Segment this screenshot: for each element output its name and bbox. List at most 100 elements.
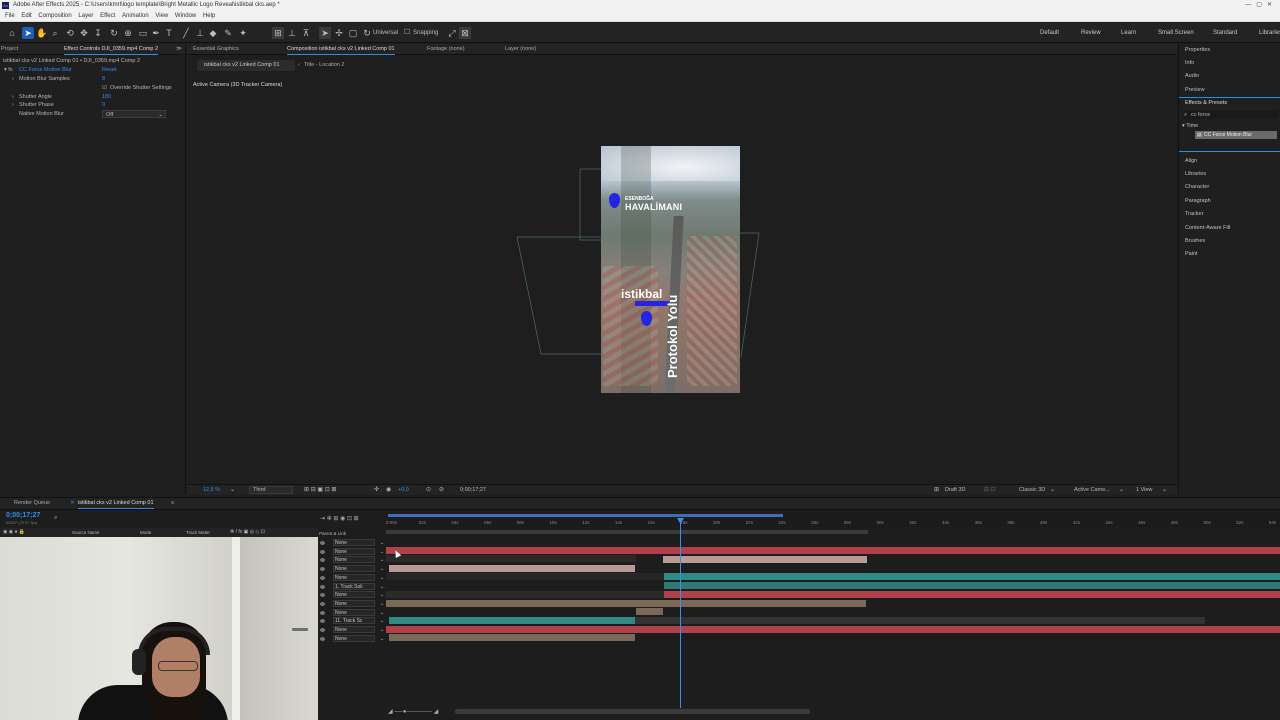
layer-bar[interactable] <box>663 556 867 563</box>
ruler-tick-label: 14s <box>614 520 623 525</box>
rooftops-area <box>687 236 737 386</box>
layer-row[interactable]: None ⌄ <box>319 565 385 573</box>
layer-bar[interactable] <box>664 591 1280 598</box>
tree-folder-time[interactable]: ▾ Time <box>1182 122 1198 130</box>
col-source-name[interactable]: Source Name <box>72 530 100 535</box>
composition-frame[interactable]: ESENBOĞA HAVALİMANI istikbal Protokol Yo… <box>601 146 740 393</box>
panel-libraries[interactable]: Libraries <box>1185 170 1206 178</box>
panel-info[interactable]: Info <box>1185 59 1194 67</box>
layer-row[interactable]: 1. Track Soli ⌄ <box>319 582 385 591</box>
parent-dropdown[interactable]: None ⌄ <box>333 599 384 607</box>
time-navigator[interactable] <box>386 530 868 534</box>
layer-bar[interactable] <box>386 591 664 598</box>
parent-dropdown[interactable]: None ⌄ <box>333 634 384 642</box>
parent-pickwhip-icon[interactable] <box>320 610 325 615</box>
layer-bar[interactable] <box>389 565 635 572</box>
parent-dropdown[interactable]: 1. Track Soli ⌄ <box>333 582 384 590</box>
layer-switches-icon: ✻ / fx ▣ ◎ ◇ ⊡ <box>230 529 265 535</box>
parent-pickwhip-icon[interactable] <box>320 549 325 554</box>
wireframe-line <box>740 232 760 358</box>
timeline-switches-icon[interactable]: ⇥ ✻ ⊞ ◉ ⊡ ⊠ <box>320 515 359 522</box>
ruler-tick-label: 38s <box>1007 520 1015 525</box>
layer-bar[interactable] <box>386 573 664 580</box>
layer-row[interactable]: None ⌄ <box>319 547 385 556</box>
panel-content-aware-fill[interactable]: Content-Aware Fill <box>1185 224 1230 232</box>
ruler-tick-label: 34s <box>941 520 950 525</box>
layer-bar[interactable] <box>664 573 1280 580</box>
parent-dropdown[interactable]: None ⌄ <box>333 556 384 564</box>
timeline-search-icon[interactable]: ⌕ <box>54 515 57 522</box>
panel-audio[interactable]: Audio <box>1185 72 1199 80</box>
protokol-yolu-text: Protokol Yolu <box>665 294 680 378</box>
parent-dropdown[interactable]: None ⌄ <box>333 591 384 599</box>
layer-bar[interactable] <box>386 600 866 607</box>
panel-character[interactable]: Character <box>1185 183 1209 191</box>
panel-paragraph[interactable]: Paragraph <box>1185 197 1211 205</box>
ruler-tick-label: 48s <box>1170 520 1179 525</box>
layer-bar[interactable] <box>386 547 1280 554</box>
col-parent-link[interactable]: Parent & Link <box>319 531 346 536</box>
chevron-down-icon: ⌄ <box>380 627 385 633</box>
headphone-cup <box>132 649 146 675</box>
parent-pickwhip-icon[interactable] <box>320 601 325 606</box>
col-track-matte[interactable]: Track Matte <box>186 530 210 535</box>
parent-pickwhip-icon[interactable] <box>320 575 325 580</box>
effects-search-input[interactable]: ⌕ cc force <box>1183 111 1279 119</box>
tree-item-cc-force-motion-blur[interactable]: ▤ CC Force Motion Blur <box>1195 131 1277 139</box>
parent-pickwhip-icon[interactable] <box>320 628 325 632</box>
layer-bar[interactable] <box>386 555 636 562</box>
ruler-tick-label: 42s <box>1072 520 1080 525</box>
parent-pickwhip-icon[interactable] <box>320 584 325 589</box>
layer-bar[interactable] <box>636 608 663 615</box>
parent-pickwhip-icon[interactable] <box>320 619 325 624</box>
layer-row[interactable]: 11. Track Sc ⌄ <box>319 617 385 625</box>
panel-paint[interactable]: Paint <box>1185 250 1198 258</box>
layer-bar[interactable] <box>386 626 1280 633</box>
panel-tracker[interactable]: Tracker <box>1185 210 1203 218</box>
layer-bar[interactable] <box>389 634 635 641</box>
parent-pickwhip-icon[interactable] <box>320 567 325 572</box>
layer-row[interactable]: None ⌄ <box>319 539 385 547</box>
havalimani-text: HAVALİMANI <box>625 202 683 212</box>
parent-pickwhip-icon[interactable] <box>320 541 325 545</box>
parent-dropdown[interactable]: None ⌄ <box>333 626 384 633</box>
layer-bar[interactable] <box>635 617 1205 624</box>
tab-render-queue[interactable]: Render Queue <box>14 498 50 509</box>
parent-pickwhip-icon[interactable] <box>320 593 325 598</box>
layer-row[interactable]: None ⌄ <box>319 634 385 643</box>
parent-pickwhip-icon[interactable] <box>320 636 325 641</box>
panel-properties[interactable]: Properties <box>1185 46 1210 54</box>
parent-pickwhip-icon[interactable] <box>320 558 325 563</box>
search-icon: ⌕ <box>1184 112 1188 118</box>
panel-menu-icon[interactable]: ≡ <box>171 498 174 509</box>
parent-dropdown[interactable]: 11. Track Sc ⌄ <box>333 617 384 625</box>
parent-dropdown[interactable]: None ⌄ <box>333 565 384 573</box>
parent-dropdown[interactable]: None ⌄ <box>333 573 384 581</box>
close-tab-icon[interactable]: ✕ <box>70 498 75 509</box>
layer-row[interactable]: None ⌄ <box>319 556 385 564</box>
tab-timeline-comp[interactable]: istikbal cks v2 Linked Comp 01 <box>78 498 154 509</box>
wireframe-line <box>579 169 601 241</box>
layer-bar[interactable] <box>389 617 635 624</box>
timeline-current-time[interactable]: 0;00;17;27 <box>6 512 40 519</box>
panel-align[interactable]: Align <box>1185 157 1197 165</box>
right-panels: Properties Info Audio Preview Effects & … <box>1178 44 1280 494</box>
layer-row[interactable]: None ⌄ <box>319 573 385 582</box>
panel-brushes[interactable]: Brushes <box>1185 237 1205 245</box>
timeline-zoom-slider[interactable]: ◢ ──●────── ◢ <box>388 708 438 715</box>
col-mode[interactable]: Mode <box>140 530 151 535</box>
parent-dropdown[interactable]: None ⌄ <box>333 608 384 616</box>
work-area-bar[interactable] <box>388 514 783 517</box>
playhead[interactable] <box>680 518 681 708</box>
layer-row[interactable]: None ⌄ <box>319 626 385 634</box>
ruler-tick-label: 26s <box>811 520 819 525</box>
layer-row[interactable]: None ⌄ <box>319 599 385 608</box>
layer-bar[interactable] <box>664 582 1280 589</box>
layer-row[interactable]: None ⌄ <box>319 608 385 617</box>
panel-preview[interactable]: Preview <box>1185 86 1205 94</box>
layer-row[interactable]: None ⌄ <box>319 591 385 599</box>
timeline-scrollbar[interactable] <box>455 709 810 714</box>
parent-dropdown[interactable]: None ⌄ <box>333 547 384 555</box>
panel-effects-presets[interactable]: Effects & Presets <box>1185 99 1227 107</box>
parent-dropdown[interactable]: None ⌄ <box>333 539 384 546</box>
